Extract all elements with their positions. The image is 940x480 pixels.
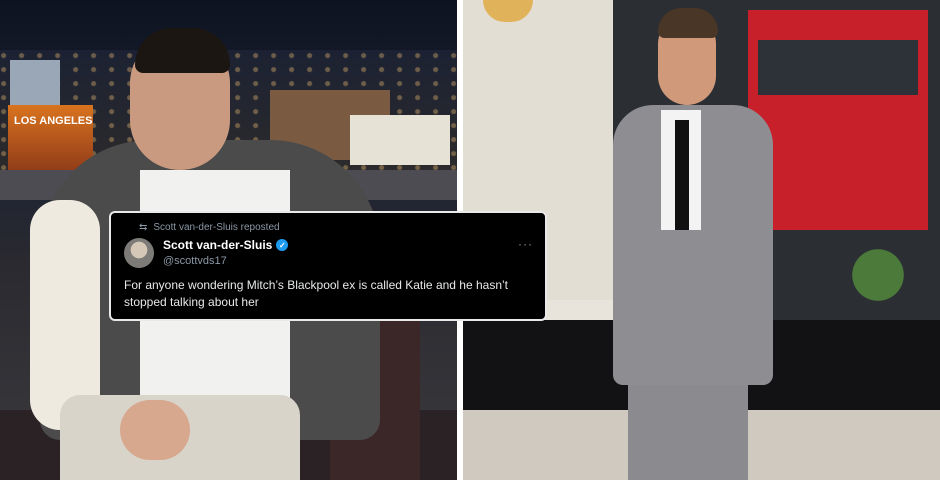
hand [120,400,190,460]
avatar[interactable] [124,238,154,268]
rooftop-block [350,115,450,165]
billboard [10,60,60,108]
poster-text: LOS ANGELES [14,115,93,127]
tweet-text: For anyone wondering Mitch’s Blackpool e… [124,278,508,309]
hair [658,8,718,38]
reposted-by: Scott van-der-Sluis reposted [153,222,280,233]
black-tie [675,120,689,230]
display-name-text[interactable]: Scott van-der-Sluis [163,238,272,252]
user-handle[interactable]: @scottvds17 [163,255,227,267]
more-options-icon[interactable]: ··· [518,237,533,251]
tweet-card[interactable]: ⇆ Scott van-der-Sluis reposted Scott van… [109,211,547,321]
potted-plant [833,230,923,320]
hair [135,28,230,73]
repost-header: ⇆ Scott van-der-Sluis reposted [139,222,280,233]
bus-windows [758,40,918,95]
display-name[interactable]: Scott van-der-Sluis ✓ [163,238,289,252]
verified-badge-icon: ✓ [276,239,289,251]
repost-icon: ⇆ [139,222,148,233]
